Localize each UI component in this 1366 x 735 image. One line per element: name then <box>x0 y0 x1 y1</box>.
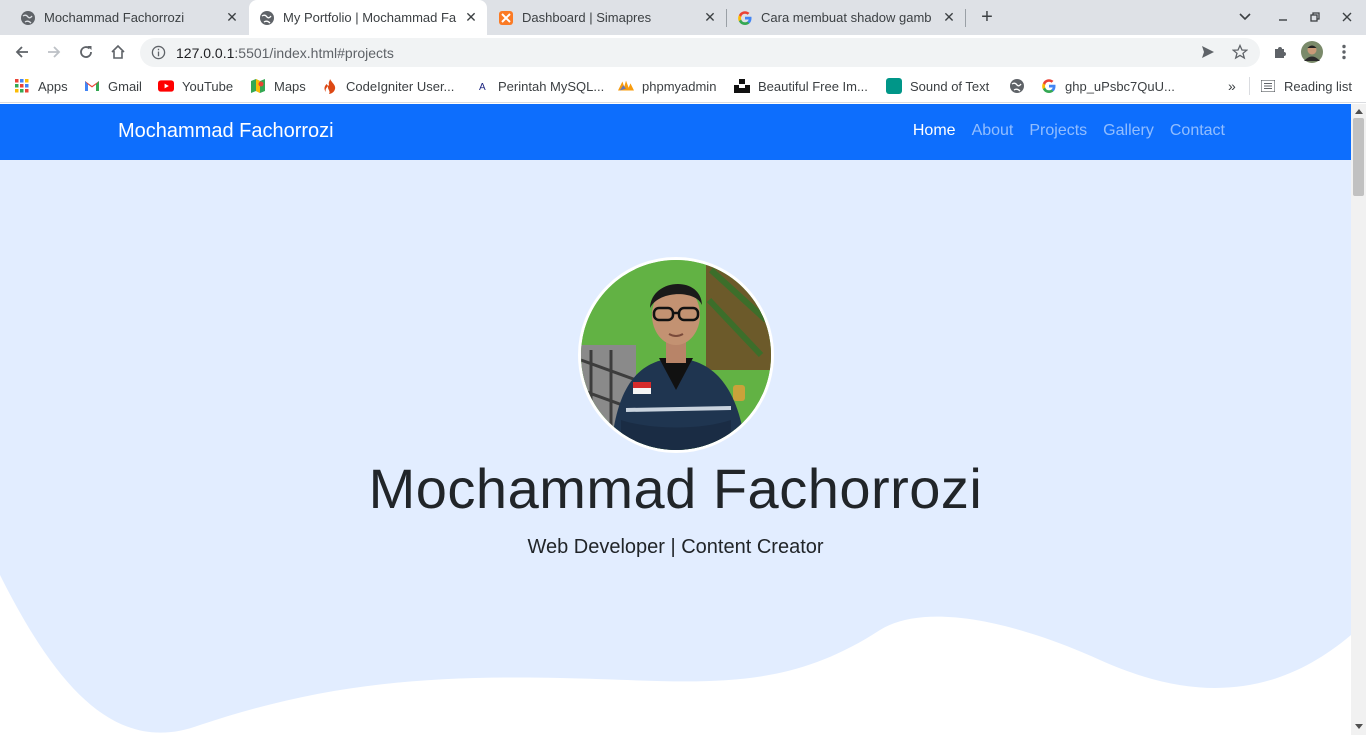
tab-title: Cara membuat shadow gamb <box>761 10 932 25</box>
address-bar[interactable]: 127.0.0.1:5501/index.html#projects <box>140 38 1260 67</box>
hero-name: Mochammad Fachorrozi <box>368 457 983 520</box>
extensions-icon[interactable] <box>1268 40 1292 64</box>
home-icon[interactable] <box>106 40 130 64</box>
google-icon <box>737 10 753 26</box>
reading-list-button[interactable]: Reading list <box>1249 77 1352 95</box>
nav-link-contact[interactable]: Contact <box>1170 122 1225 140</box>
bookmark-label: Beautiful Free Im... <box>758 78 868 94</box>
kebab-menu-icon[interactable] <box>1332 40 1356 64</box>
bookmark-label: ghp_uPsbc7QuU... <box>1065 78 1175 94</box>
bookmark-gmail[interactable]: Gmail <box>84 77 142 95</box>
reading-list-label: Reading list <box>1284 78 1352 94</box>
codeigniter-icon <box>322 78 338 94</box>
close-icon[interactable]: ✕ <box>941 9 957 26</box>
globe-icon <box>259 10 275 26</box>
nav-link-projects[interactable]: Projects <box>1029 122 1087 140</box>
bookmark-mysql[interactable]: A Perintah MySQL... <box>474 77 604 95</box>
hero-subtitle: Web Developer | Content Creator <box>527 536 824 558</box>
bookmark-label: CodeIgniter User... <box>346 78 455 94</box>
profile-photo <box>578 257 774 453</box>
scrollbar-thumb[interactable] <box>1353 118 1364 196</box>
page-scrollbar[interactable] <box>1351 104 1366 735</box>
bookmark-label: Gmail <box>108 78 142 94</box>
tab-1[interactable]: My Portfolio | Mochammad Fa ✕ <box>249 0 487 35</box>
bookmark-label: Apps <box>38 78 68 94</box>
forward-arrow-icon[interactable] <box>42 40 66 64</box>
google-icon <box>1041 78 1057 94</box>
bookmark-phpmyadmin[interactable]: phpmyadmin <box>618 77 716 95</box>
mysql-icon: A <box>474 78 490 94</box>
minimize-icon[interactable] <box>1274 8 1292 26</box>
tab-title: My Portfolio | Mochammad Fa <box>283 10 457 25</box>
bookmarks-overflow-button[interactable]: » <box>1228 77 1236 95</box>
bookmark-label: YouTube <box>182 78 234 94</box>
globe-icon <box>1009 78 1025 94</box>
bookmarks-bar: Apps Gmail YouTube Maps CodeIgniter User… <box>0 70 1366 103</box>
bookmark-youtube[interactable]: YouTube <box>158 77 233 95</box>
bookmark-unsplash[interactable]: Beautiful Free Im... <box>734 77 868 95</box>
bookmark-label: Perintah MySQL... <box>498 78 605 94</box>
globe-icon <box>20 10 36 26</box>
bookmark-sound-of-text[interactable]: Sound of Text <box>886 77 989 95</box>
svg-text:A: A <box>479 82 486 92</box>
browser-toolbar: 127.0.0.1:5501/index.html#projects <box>0 35 1366 70</box>
site-info-icon[interactable] <box>150 45 166 61</box>
bookmark-apps[interactable]: Apps <box>14 77 68 95</box>
youtube-icon <box>158 78 174 94</box>
send-icon[interactable] <box>1196 40 1220 64</box>
nav-link-gallery[interactable]: Gallery <box>1103 122 1154 140</box>
unsplash-icon <box>734 78 750 94</box>
tab-search-icon[interactable] <box>1236 8 1254 26</box>
reading-list-icon <box>1260 78 1276 94</box>
chevron-double-right-icon: » <box>1228 78 1236 94</box>
bookmark-ghp[interactable]: ghp_uPsbc7QuU... <box>1041 77 1175 95</box>
close-icon[interactable]: ✕ <box>224 9 240 26</box>
navbar-brand[interactable]: Mochammad Fachorrozi <box>118 120 334 143</box>
maps-icon <box>250 78 266 94</box>
tab-separator <box>965 9 966 27</box>
bookmark-star-icon[interactable] <box>1228 40 1252 64</box>
phpmyadmin-icon <box>618 78 634 94</box>
bookmark-label: Maps <box>274 78 306 94</box>
gmail-icon <box>84 78 100 94</box>
scroll-down-arrow-icon[interactable] <box>1354 722 1363 731</box>
close-icon[interactable]: ✕ <box>463 9 479 26</box>
restore-icon[interactable] <box>1306 8 1324 26</box>
url-path: :5501/index.html#projects <box>234 44 394 61</box>
sound-of-text-icon <box>886 78 902 94</box>
bookmark-label: Sound of Text <box>910 78 990 94</box>
window-close-icon[interactable] <box>1338 8 1356 26</box>
xampp-icon <box>498 10 514 26</box>
tab-strip: Mochammad Fachorrozi ✕ My Portfolio | Mo… <box>0 0 1366 35</box>
nav-link-home[interactable]: Home <box>913 122 956 140</box>
close-icon[interactable]: ✕ <box>702 9 718 26</box>
nav-link-about[interactable]: About <box>972 122 1014 140</box>
scroll-up-arrow-icon[interactable] <box>1354 107 1363 116</box>
reload-icon[interactable] <box>74 40 98 64</box>
tab-3[interactable]: Cara membuat shadow gamb ✕ <box>727 0 965 35</box>
site-navbar: Mochammad Fachorrozi Home About Projects… <box>0 104 1351 160</box>
hero-wave <box>0 575 1351 735</box>
bookmark-maps[interactable]: Maps <box>250 77 306 95</box>
tab-title: Dashboard | Simapres <box>522 10 652 25</box>
profile-avatar-icon[interactable] <box>1300 40 1324 64</box>
new-tab-button[interactable]: + <box>976 6 998 28</box>
tab-0[interactable]: Mochammad Fachorrozi ✕ <box>0 0 248 35</box>
tab-title: Mochammad Fachorrozi <box>44 10 185 25</box>
nav-links: Home About Projects Gallery Contact <box>913 122 1225 140</box>
tab-2[interactable]: Dashboard | Simapres ✕ <box>488 0 726 35</box>
bookmark-codeigniter[interactable]: CodeIgniter User... <box>322 77 454 95</box>
back-arrow-icon[interactable] <box>10 40 34 64</box>
hero-section: Mochammad Fachorrozi Web Developer | Con… <box>0 160 1351 735</box>
apps-grid-icon <box>14 78 30 94</box>
bookmark-label: phpmyadmin <box>642 78 717 94</box>
page-viewport: Mochammad Fachorrozi Home About Projects… <box>0 104 1351 735</box>
url-host: 127.0.0.1 <box>176 44 235 61</box>
bookmark-globe[interactable] <box>1009 77 1033 95</box>
